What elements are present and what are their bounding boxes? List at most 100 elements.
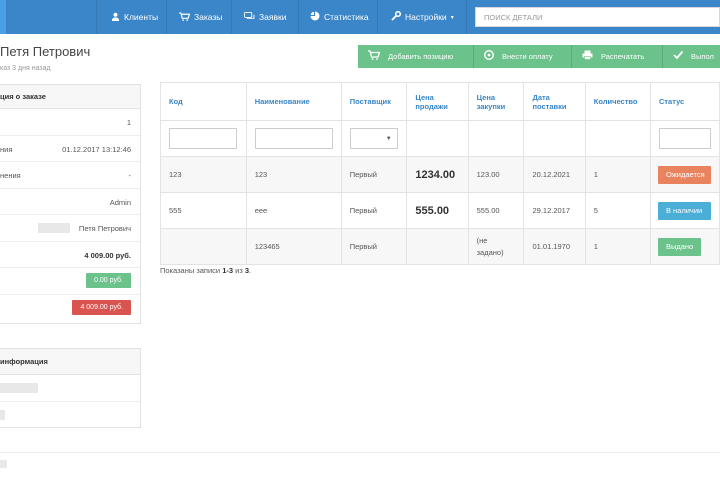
- table-row[interactable]: 123 123 Первый 1234.00 123.00 20.12.2021…: [160, 156, 720, 193]
- nav-separator: [377, 0, 378, 34]
- redacted-text: [0, 409, 5, 420]
- order-info-row: 0.00 руб.: [0, 268, 140, 295]
- wrench-icon: [391, 10, 402, 23]
- status-badge-expected[interactable]: Ожидается: [657, 165, 711, 184]
- filter-status-input[interactable]: [658, 128, 711, 149]
- order-number: 1: [126, 118, 131, 127]
- cell-purchase-price: (не задано): [467, 228, 525, 265]
- order-total: 4 009.00 руб.: [84, 250, 131, 260]
- nav-item-label: Клиенты: [124, 12, 159, 22]
- add-position-label: Добавить позицию: [388, 52, 454, 61]
- column-header-purchase-price[interactable]: Цена закупки: [467, 82, 525, 121]
- page-subtitle: каз 3 дня назад: [0, 65, 51, 72]
- search-placeholder: ПОИСК ДЕТАЛИ: [484, 12, 543, 22]
- manager-name: Admin: [109, 197, 131, 207]
- info-row: [0, 375, 140, 402]
- add-position-button[interactable]: Добавить позицию: [358, 45, 474, 68]
- filter-name-input[interactable]: [254, 128, 333, 149]
- check-icon: [673, 50, 684, 63]
- redacted-text: [38, 223, 70, 233]
- make-payment-label: Внести оплату: [502, 52, 553, 61]
- order-info-row: 4 009.00 руб.: [0, 242, 140, 268]
- cart-icon: [179, 11, 191, 23]
- column-header-quantity[interactable]: Количество: [584, 82, 651, 121]
- column-header-status[interactable]: Статус: [649, 82, 720, 121]
- additional-info-title: информация: [0, 349, 140, 375]
- nav-separator: [96, 0, 97, 34]
- cart-add-icon: [368, 50, 381, 63]
- cell-code: [160, 228, 247, 265]
- table-row[interactable]: 123465 Первый (не задано) 01.01.1970 1 В…: [160, 228, 720, 265]
- cell-delivery-date: 01.01.1970: [523, 228, 586, 265]
- order-info-title: ция о заказе: [0, 85, 140, 109]
- nav-item-orders[interactable]: Заказы: [179, 0, 222, 34]
- complete-button[interactable]: Выпол: [663, 45, 720, 68]
- column-header-delivery-date[interactable]: Дата поставки: [523, 82, 586, 121]
- order-info-row: ния 01.12.2017 13:12:46: [0, 136, 140, 162]
- order-info-row: Петя Петрович: [0, 215, 140, 242]
- complete-label: Выпол: [691, 52, 714, 61]
- chat-icon: [244, 11, 255, 23]
- redacted-text: [0, 383, 38, 393]
- redacted-text: [0, 460, 7, 468]
- nav-item-label: Статистика: [324, 12, 369, 22]
- cell-supplier: Первый: [340, 228, 408, 265]
- user-icon: [111, 12, 120, 23]
- chevron-down-icon: ▾: [450, 14, 454, 21]
- column-header-sale-price[interactable]: Цена продажи: [406, 82, 469, 121]
- cell-supplier: Первый: [340, 156, 408, 193]
- nav-separator: [466, 0, 467, 34]
- client-link[interactable]: Петя Петрович: [79, 224, 131, 233]
- cell-name: 123: [245, 156, 342, 193]
- order-info-row: нения -: [0, 162, 140, 189]
- cell-purchase-price: 555.00: [467, 192, 525, 229]
- chevron-down-icon: ▼: [385, 135, 392, 142]
- printer-icon: [582, 50, 593, 63]
- summary-range: 1-3: [222, 266, 234, 275]
- debt-badge: 4 009.00 руб.: [72, 299, 131, 315]
- nav-item-label: Заказы: [194, 12, 223, 22]
- make-payment-button[interactable]: Внести оплату: [474, 45, 572, 68]
- filter-code-input[interactable]: [169, 128, 237, 149]
- nav-item-clients[interactable]: Клиенты: [111, 0, 158, 34]
- nav-separator: [166, 0, 167, 34]
- nav-item-label: Заявки: [259, 12, 287, 22]
- print-button[interactable]: Распечатать: [572, 45, 663, 68]
- summary-suffix: .: [249, 266, 252, 275]
- nav-separator: [298, 0, 299, 34]
- print-label: Распечатать: [601, 52, 645, 61]
- nav-item-requests[interactable]: Заявки: [244, 0, 286, 34]
- nav-item-statistics[interactable]: Статистика: [310, 0, 369, 34]
- column-header-code[interactable]: Код: [160, 82, 247, 121]
- filter-supplier-select[interactable]: ▼: [349, 128, 398, 149]
- cell-code: 123: [160, 156, 247, 193]
- cell-name: 123465: [245, 228, 342, 265]
- search-input[interactable]: ПОИСК ДЕТАЛИ: [475, 7, 720, 27]
- status-badge-in-stock[interactable]: В наличии: [657, 201, 711, 220]
- page-title: Петя Петрович: [0, 44, 91, 59]
- status-badge-issued[interactable]: Выдано: [657, 237, 702, 256]
- cell-sale-price[interactable]: 555.00: [415, 205, 449, 217]
- cell-purchase-price: 123.00: [467, 156, 525, 193]
- additional-info-panel: информация: [0, 348, 141, 428]
- order-items-table: Код Наименование Поставщик Цена продажи …: [160, 82, 720, 265]
- table-filter-row: ▼: [160, 120, 720, 157]
- order-info-row: 1: [0, 109, 140, 136]
- cell-sale-price[interactable]: 1234.00: [415, 169, 455, 181]
- order-info-panel: ция о заказе 1 ния 01.12.2017 13:12:46 н…: [0, 84, 141, 324]
- table-row[interactable]: 555 eee Первый 555.00 555.00 29.12.2017 …: [160, 192, 720, 229]
- nav-separator: [231, 0, 232, 34]
- top-navbar: Клиенты Заказы Заявки Статистика Настрой…: [0, 0, 720, 34]
- logo[interactable]: [0, 0, 6, 34]
- table-header-row: Код Наименование Поставщик Цена продажи …: [160, 82, 720, 121]
- column-header-supplier[interactable]: Поставщик: [340, 82, 408, 121]
- cell-quantity: 1: [584, 156, 651, 193]
- column-header-name[interactable]: Наименование: [245, 82, 342, 121]
- cell-quantity: 5: [584, 192, 651, 229]
- cell-name: eee: [245, 192, 342, 229]
- order-info-row: Admin: [0, 189, 140, 215]
- cell-delivery-date: 20.12.2021: [523, 156, 586, 193]
- cell-supplier: Первый: [340, 192, 408, 229]
- nav-item-settings[interactable]: Настройки ▾: [391, 0, 454, 34]
- cell-code: 555: [160, 192, 247, 229]
